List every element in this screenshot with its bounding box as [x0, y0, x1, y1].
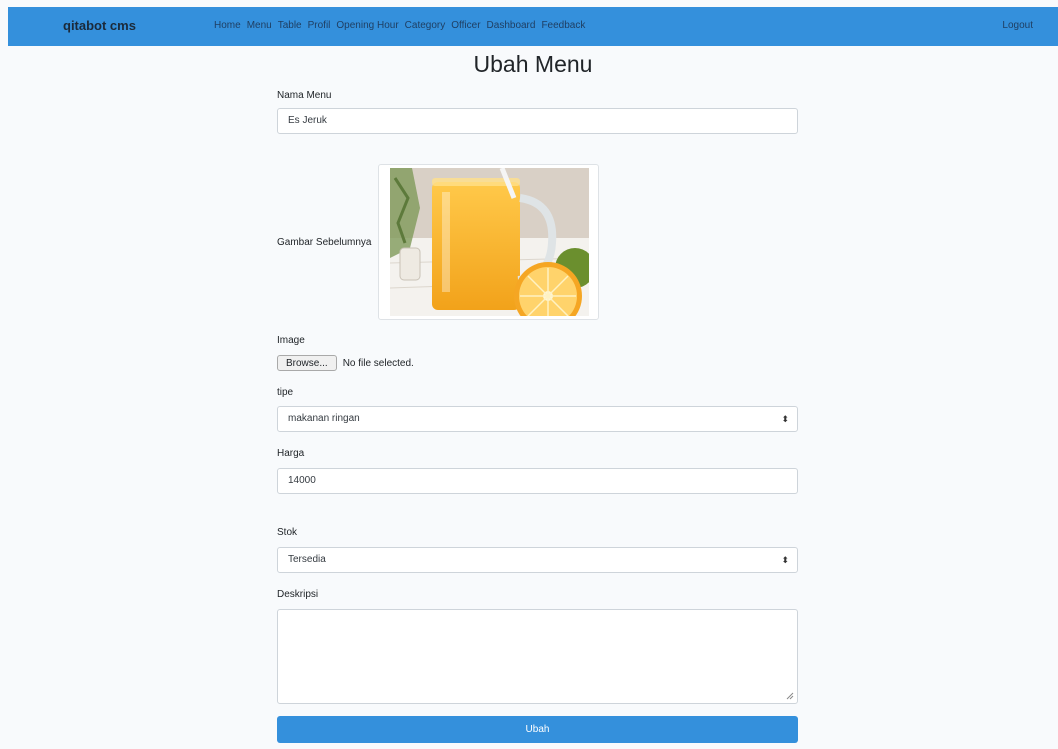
deskripsi-label: Deskripsi	[277, 589, 319, 600]
ubah-submit-button[interactable]: Ubah	[277, 716, 798, 743]
nama-menu-label: Nama Menu	[277, 90, 332, 101]
nav-table[interactable]: Table	[278, 20, 302, 31]
browse-button[interactable]: Browse...	[277, 355, 337, 371]
stok-select[interactable]: Tersedia ⬍	[277, 547, 798, 573]
harga-label: Harga	[277, 448, 305, 459]
nav-officer[interactable]: Officer	[451, 20, 480, 31]
nav-menu[interactable]: Menu	[247, 20, 272, 31]
nav-category[interactable]: Category	[405, 20, 446, 31]
nav-dashboard[interactable]: Dashboard	[487, 20, 536, 31]
logout-link[interactable]: Logout	[1002, 20, 1033, 31]
file-status: No file selected.	[342, 357, 414, 369]
nama-menu-input[interactable]: Es Jeruk	[277, 108, 798, 134]
stok-label: Stok	[277, 527, 298, 538]
resize-grip-icon[interactable]	[786, 692, 794, 700]
app-frame: qitabot cms Home Menu Table Profil Openi…	[8, 7, 1058, 749]
nav-links: Home Menu Table Profil Opening Hour Cate…	[214, 20, 585, 31]
gambar-sebelumnya-label: Gambar Sebelumnya	[277, 237, 372, 248]
page-title: Ubah Menu	[473, 51, 593, 77]
nav-opening-hour[interactable]: Opening Hour	[336, 20, 398, 31]
tipe-selected-value: makanan ringan	[288, 413, 360, 424]
nav-feedback[interactable]: Feedback	[541, 20, 585, 31]
deskripsi-textarea[interactable]	[277, 609, 798, 704]
navbar: qitabot cms Home Menu Table Profil Openi…	[8, 7, 1058, 46]
harga-input[interactable]: 14000	[277, 468, 798, 494]
brand-link[interactable]: qitabot cms	[63, 18, 136, 33]
select-updown-icon: ⬍	[781, 555, 789, 565]
tipe-select[interactable]: makanan ringan ⬍	[277, 406, 798, 432]
tipe-label: tipe	[277, 387, 294, 398]
image-label: Image	[277, 335, 305, 346]
select-updown-icon: ⬍	[781, 414, 789, 424]
previous-image-frame	[378, 164, 599, 320]
previous-menu-image	[390, 168, 589, 316]
image-file-input: Browse... No file selected.	[277, 355, 414, 371]
nav-profil[interactable]: Profil	[308, 20, 331, 31]
stok-selected-value: Tersedia	[288, 554, 326, 565]
nav-home[interactable]: Home	[214, 20, 241, 31]
